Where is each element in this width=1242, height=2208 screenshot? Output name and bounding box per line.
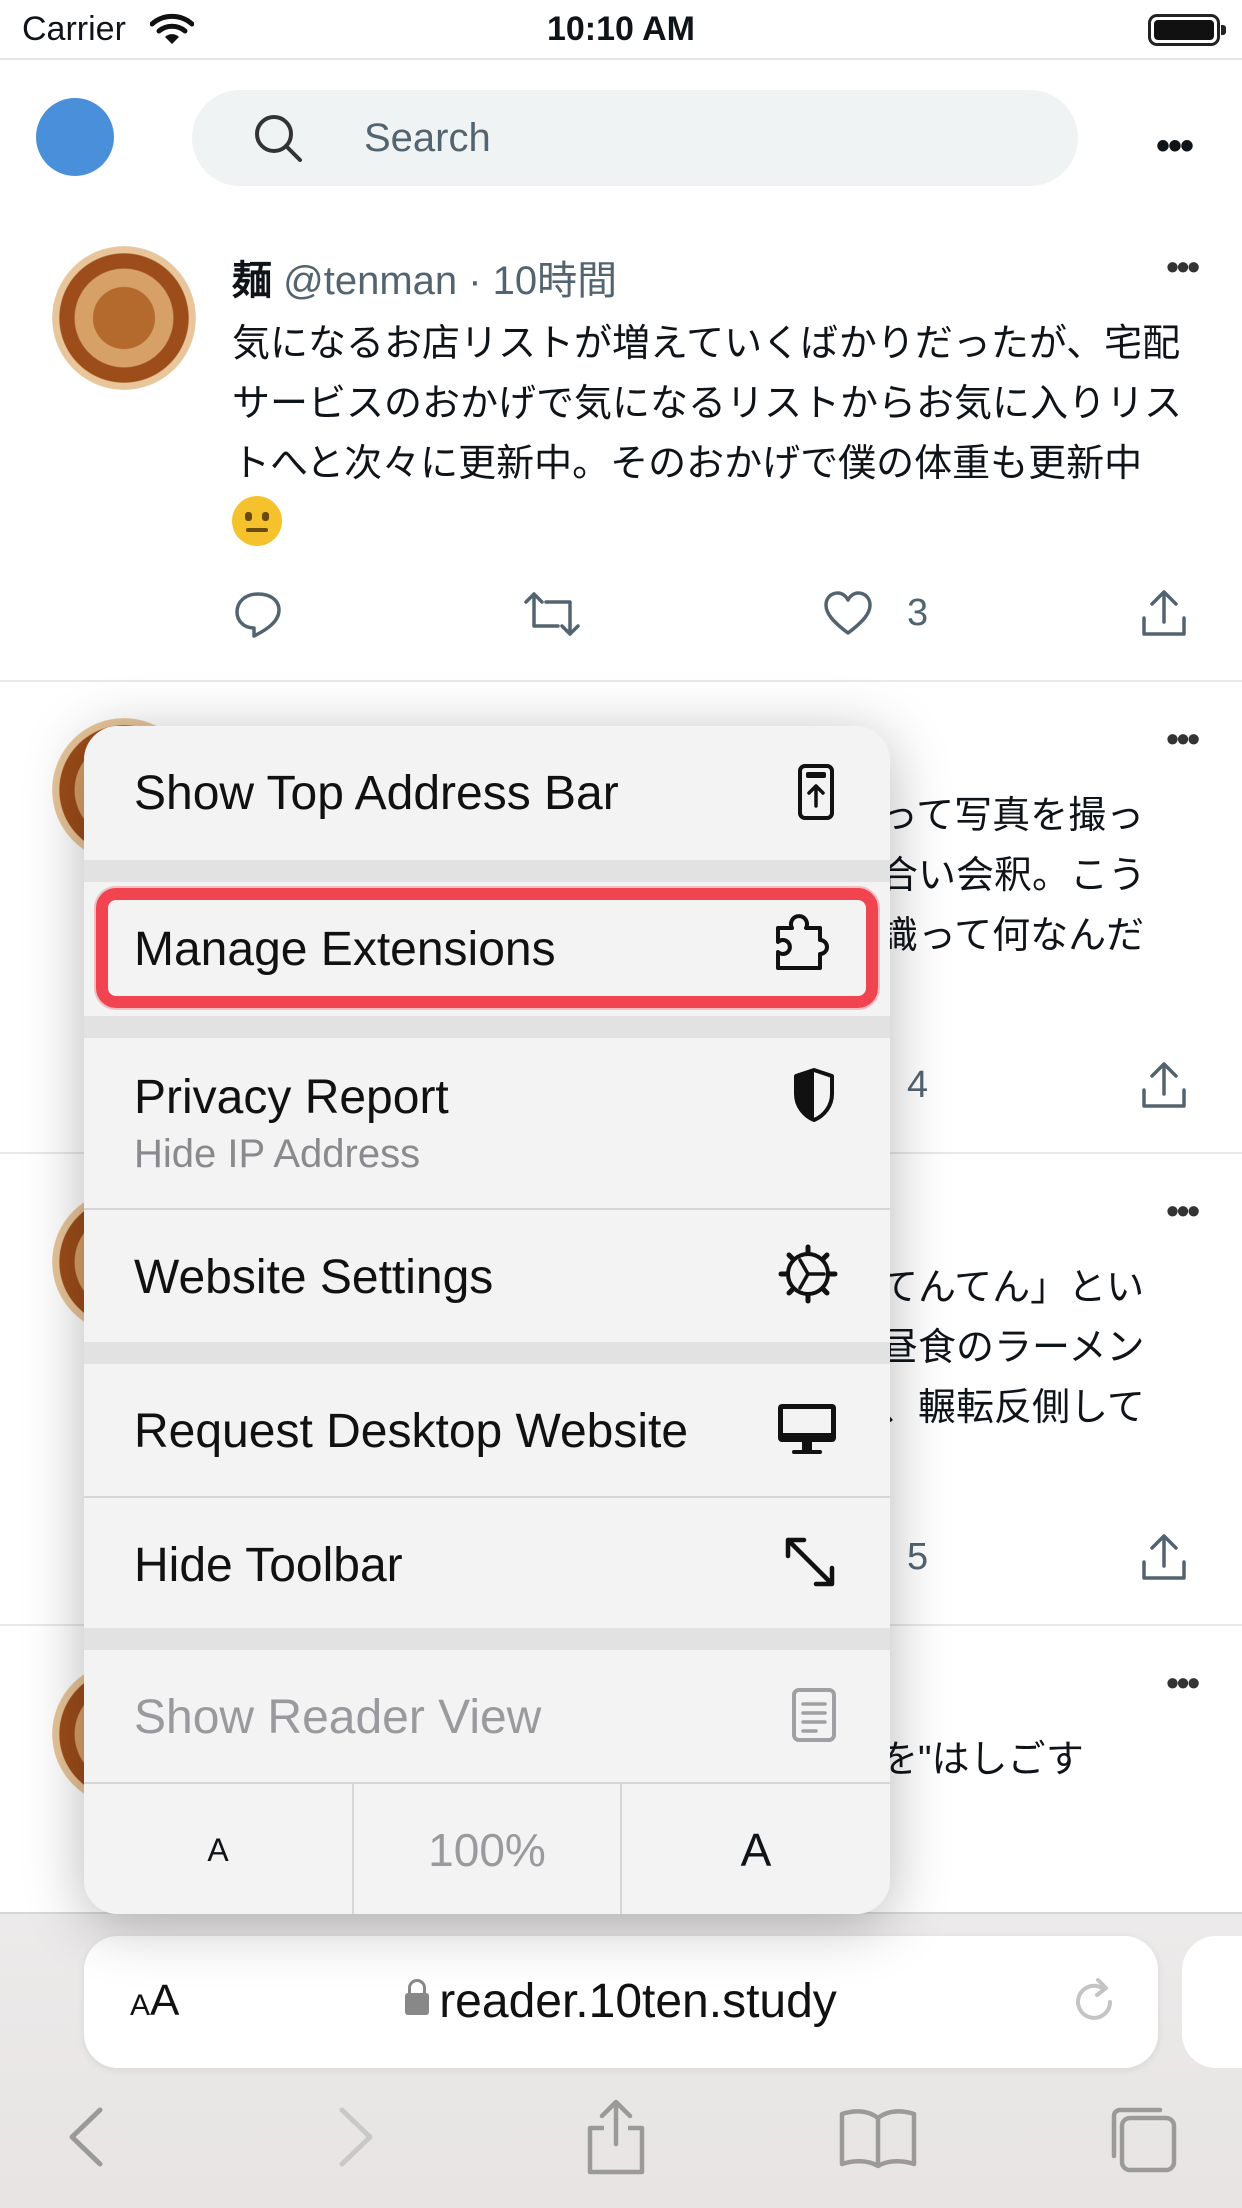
tweet-actions: 3	[232, 588, 1192, 648]
lock-icon	[405, 1979, 430, 2015]
tweet-text: てんてん」とい 昼食のラーメン 、輾転反側して	[880, 1267, 1145, 1429]
battery-icon	[1148, 14, 1226, 46]
tabs-icon[interactable]	[1108, 2104, 1180, 2181]
share-icon[interactable]	[584, 2096, 648, 2181]
tweet-text: って写真を撮っ 合い会釈。こう 識って何なんだ	[880, 795, 1147, 957]
tweet[interactable]: 麺 @tenman · 10時間 ••• 気になるお店リストが増えていくばかりだ…	[0, 212, 1242, 682]
user-avatar[interactable]	[52, 246, 196, 390]
reload-icon[interactable]	[1068, 1976, 1120, 2033]
tweet-text: を"はしごす	[880, 1739, 1084, 1781]
menu-item-label: Website Settings	[134, 1251, 494, 1304]
app-header: Search •••	[0, 62, 1242, 212]
menu-item-label: Show Top Address Bar	[134, 767, 619, 820]
reader-view-icon	[790, 1686, 838, 1749]
share-icon[interactable]	[1138, 1532, 1190, 1589]
like-count: 3	[907, 592, 929, 634]
reply-icon[interactable]	[232, 588, 284, 645]
like-icon[interactable]	[822, 588, 874, 645]
expand-arrows-icon	[782, 1534, 838, 1595]
navigation-buttons	[0, 2099, 1242, 2194]
status-bar: Carrier 10:10 AM	[0, 0, 1242, 60]
search-input[interactable]: Search	[192, 90, 1078, 186]
desktop-computer-icon	[776, 1402, 838, 1461]
tweet-more-icon[interactable]: •••	[1166, 246, 1200, 288]
profile-avatar[interactable]	[36, 98, 114, 176]
tweet-text: 気になるお店リストが増えていくばかりだったが、宅配サービスのおかげで気になるリス…	[232, 314, 1192, 554]
menu-item-website-settings[interactable]: Website Settings	[84, 1210, 890, 1342]
browser-toolbar: AA reader.10ten.study	[0, 1912, 1242, 2208]
retweet-icon[interactable]	[522, 588, 582, 645]
address-bar[interactable]: AA reader.10ten.study	[84, 1936, 1158, 2068]
tweet-more-icon[interactable]: •••	[1166, 718, 1200, 760]
menu-item-privacy-report[interactable]: Privacy Report Hide IP Address	[84, 1038, 890, 1208]
zoom-out-button[interactable]: A	[84, 1784, 352, 1914]
menu-item-show-reader-view: Show Reader View	[84, 1650, 890, 1782]
status-time: 10:10 AM	[546, 10, 696, 48]
zoom-controls: A 100% A	[84, 1782, 890, 1914]
menu-item-label: Privacy Report	[134, 1071, 449, 1124]
url-field[interactable]: reader.10ten.study	[84, 1974, 1158, 2029]
share-icon[interactable]	[1138, 588, 1190, 645]
bookmarks-icon[interactable]	[838, 2104, 918, 2175]
page-settings-menu: Show Top Address Bar Manage Extensions P…	[84, 726, 890, 1914]
shield-icon	[790, 1066, 838, 1129]
menu-item-show-top-address-bar[interactable]: Show Top Address Bar	[84, 726, 890, 860]
forward-icon[interactable]	[334, 2104, 378, 2175]
tweet-more-icon[interactable]: •••	[1166, 1662, 1200, 1704]
neutral-face-emoji-icon	[232, 496, 282, 546]
more-options-icon[interactable]: •••	[1156, 124, 1194, 169]
search-icon	[252, 112, 304, 169]
tweet-header: 麺 @tenman · 10時間	[232, 248, 617, 306]
zoom-in-button[interactable]: A	[620, 1784, 890, 1914]
next-tab-preview[interactable]	[1182, 1936, 1242, 2068]
menu-item-request-desktop-website[interactable]: Request Desktop Website	[84, 1364, 890, 1496]
highlight-box	[96, 888, 878, 1008]
like-count: 4	[907, 1064, 929, 1106]
display-name[interactable]: 麺	[232, 259, 272, 303]
search-placeholder: Search	[364, 116, 491, 160]
zoom-level: 100%	[352, 1784, 620, 1914]
gear-icon	[778, 1244, 838, 1309]
tweet-more-icon[interactable]: •••	[1166, 1190, 1200, 1232]
menu-item-label: Show Reader View	[134, 1691, 542, 1744]
handle-and-time: @tenman · 10時間	[272, 259, 618, 303]
menu-item-hide-toolbar[interactable]: Hide Toolbar	[84, 1498, 890, 1628]
back-icon[interactable]	[64, 2104, 108, 2175]
menu-item-label: Hide Toolbar	[134, 1539, 403, 1592]
menu-item-sublabel: Hide IP Address	[134, 1132, 421, 1176]
address-bar-top-icon	[794, 762, 838, 827]
menu-item-label: Request Desktop Website	[134, 1405, 689, 1458]
share-icon[interactable]	[1138, 1060, 1190, 1117]
like-count: 5	[907, 1536, 929, 1578]
